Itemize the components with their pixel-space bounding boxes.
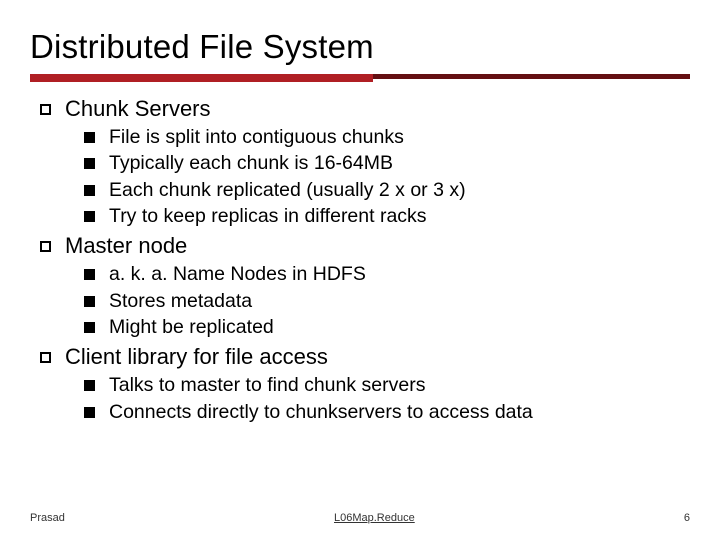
section-heading: Master node xyxy=(36,233,690,259)
list-item-text: Each chunk replicated (usually 2 x or 3 … xyxy=(109,177,466,203)
open-square-bullet-icon xyxy=(40,104,51,115)
list-item-text: File is split into contiguous chunks xyxy=(109,124,404,150)
list-item-text: a. k. a. Name Nodes in HDFS xyxy=(109,261,366,287)
section-heading-text: Client library for file access xyxy=(65,344,328,370)
list-item: Talks to master to find chunk servers xyxy=(84,372,690,398)
solid-square-bullet-icon xyxy=(84,269,95,280)
list-item-text: Try to keep replicas in different racks xyxy=(109,203,427,229)
list-item-text: Connects directly to chunkservers to acc… xyxy=(109,399,533,425)
footer-author: Prasad xyxy=(30,512,65,524)
solid-square-bullet-icon xyxy=(84,158,95,169)
solid-square-bullet-icon xyxy=(84,296,95,307)
open-square-bullet-icon xyxy=(40,241,51,252)
list-item: Try to keep replicas in different racks xyxy=(84,203,690,229)
open-square-bullet-icon xyxy=(40,352,51,363)
list-item: File is split into contiguous chunks xyxy=(84,124,690,150)
list-item-text: Talks to master to find chunk servers xyxy=(109,372,425,398)
list-item-text: Stores metadata xyxy=(109,288,252,314)
section-heading-text: Master node xyxy=(65,233,187,259)
list-item-text: Might be replicated xyxy=(109,314,274,340)
section-heading: Client library for file access xyxy=(36,344,690,370)
slide-body: Chunk Servers File is split into contigu… xyxy=(30,96,690,425)
footer-lecture: L06Map.Reduce xyxy=(65,512,684,524)
section-heading-text: Chunk Servers xyxy=(65,96,211,122)
solid-square-bullet-icon xyxy=(84,211,95,222)
slide-footer: Prasad L06Map.Reduce 6 xyxy=(0,512,720,524)
list-item: Connects directly to chunkservers to acc… xyxy=(84,399,690,425)
list-item: Each chunk replicated (usually 2 x or 3 … xyxy=(84,177,690,203)
slide-title: Distributed File System xyxy=(30,28,690,66)
list-item: a. k. a. Name Nodes in HDFS xyxy=(84,261,690,287)
section-heading: Chunk Servers xyxy=(36,96,690,122)
solid-square-bullet-icon xyxy=(84,132,95,143)
list-item: Stores metadata xyxy=(84,288,690,314)
footer-page-number: 6 xyxy=(684,512,690,524)
list-item-text: Typically each chunk is 16-64MB xyxy=(109,150,393,176)
solid-square-bullet-icon xyxy=(84,322,95,333)
solid-square-bullet-icon xyxy=(84,380,95,391)
solid-square-bullet-icon xyxy=(84,185,95,196)
list-item: Typically each chunk is 16-64MB xyxy=(84,150,690,176)
title-rule xyxy=(30,74,690,82)
solid-square-bullet-icon xyxy=(84,407,95,418)
list-item: Might be replicated xyxy=(84,314,690,340)
